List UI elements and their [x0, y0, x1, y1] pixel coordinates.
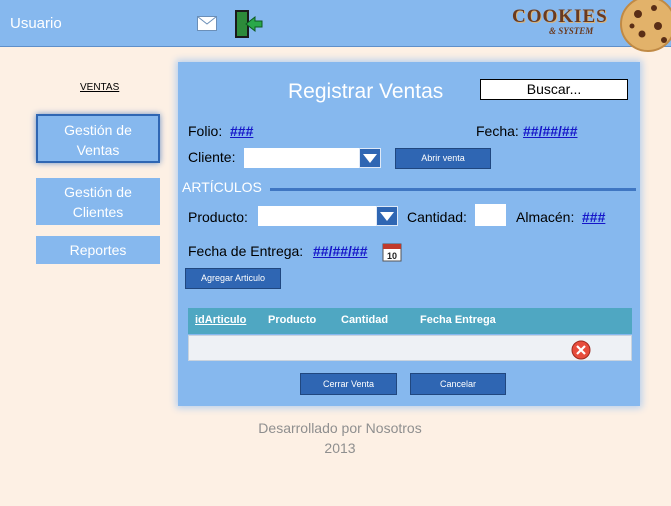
- sidebar-item-reportes[interactable]: Reportes: [36, 236, 160, 264]
- almacen-label: Almacén:: [516, 209, 575, 225]
- top-bar: Usuario COOKIES & SYSTEM: [0, 0, 671, 52]
- sidebar-item-gestion-clientes[interactable]: Gestión de Clientes: [36, 178, 160, 225]
- calendar-day: 10: [387, 251, 397, 261]
- section-title-articulos: ARTÍCULOS: [182, 179, 262, 195]
- chevron-down-icon[interactable]: [376, 206, 398, 226]
- abrir-venta-button[interactable]: Abrir venta: [395, 148, 491, 169]
- cantidad-label: Cantidad:: [407, 209, 467, 225]
- fecha-label: Fecha:: [476, 123, 519, 139]
- cliente-label: Cliente:: [188, 149, 236, 165]
- exit-door-icon[interactable]: [233, 9, 263, 44]
- articulos-table: idArticulo Producto Cantidad Fecha Entre…: [188, 308, 632, 362]
- sidebar-item-gestion-ventas[interactable]: Gestión de Ventas: [36, 114, 160, 163]
- table-row[interactable]: [188, 335, 632, 361]
- fecha-value-link[interactable]: ##/##/##: [523, 123, 578, 139]
- sidebar-item-label: Gestión de: [64, 184, 132, 200]
- cookie-icon: [620, 0, 671, 52]
- sidebar-item-label: Reportes: [69, 242, 127, 258]
- section-divider: [270, 188, 636, 191]
- column-header-producto[interactable]: Producto: [268, 314, 316, 326]
- cliente-select[interactable]: [244, 148, 381, 168]
- producto-label: Producto:: [188, 209, 248, 225]
- column-header-cantidad[interactable]: Cantidad: [341, 314, 388, 326]
- producto-select[interactable]: [258, 206, 398, 226]
- user-label: Usuario: [10, 15, 62, 32]
- brand-logo: COOKIES & SYSTEM: [508, 0, 671, 52]
- column-header-fecha-entrega[interactable]: Fecha Entrega: [420, 314, 496, 326]
- folio-value-link[interactable]: ###: [230, 123, 253, 139]
- sidebar-item-label: Clientes: [72, 204, 124, 220]
- sidebar-item-label: Ventas: [76, 142, 120, 158]
- agregar-articulo-button[interactable]: Agregar Articulo: [185, 268, 281, 289]
- registrar-ventas-panel: Registrar Ventas Buscar... Folio: ### Fe…: [178, 62, 640, 406]
- sidebar-heading: VENTAS: [80, 82, 120, 93]
- footer-year: 2013: [324, 440, 356, 456]
- footer: Desarrollado por Nosotros 2013: [230, 418, 450, 458]
- sidebar-item-label: Gestión de: [64, 122, 132, 138]
- mail-icon[interactable]: [197, 16, 217, 36]
- folio-label: Folio:: [188, 123, 223, 139]
- table-header: idArticulo Producto Cantidad Fecha Entre…: [188, 308, 632, 334]
- page-title: Registrar Ventas: [288, 80, 444, 103]
- logo-text: COOKIES: [512, 6, 608, 27]
- cantidad-input[interactable]: [475, 204, 506, 226]
- search-button[interactable]: Buscar...: [480, 79, 628, 100]
- column-header-idarticulo[interactable]: idArticulo: [195, 314, 246, 326]
- footer-credit: Desarrollado por Nosotros: [258, 420, 422, 436]
- cerrar-venta-button[interactable]: Cerrar Venta: [300, 373, 397, 395]
- chevron-down-icon[interactable]: [359, 148, 381, 168]
- fecha-entrega-value-link[interactable]: ##/##/##: [313, 243, 368, 259]
- logo-subtext: & SYSTEM: [549, 26, 594, 36]
- delete-icon[interactable]: [571, 340, 591, 360]
- fecha-entrega-label: Fecha de Entrega:: [188, 243, 304, 259]
- cancelar-button[interactable]: Cancelar: [410, 373, 506, 395]
- calendar-icon[interactable]: 10: [382, 242, 402, 262]
- almacen-value-link[interactable]: ###: [582, 209, 605, 225]
